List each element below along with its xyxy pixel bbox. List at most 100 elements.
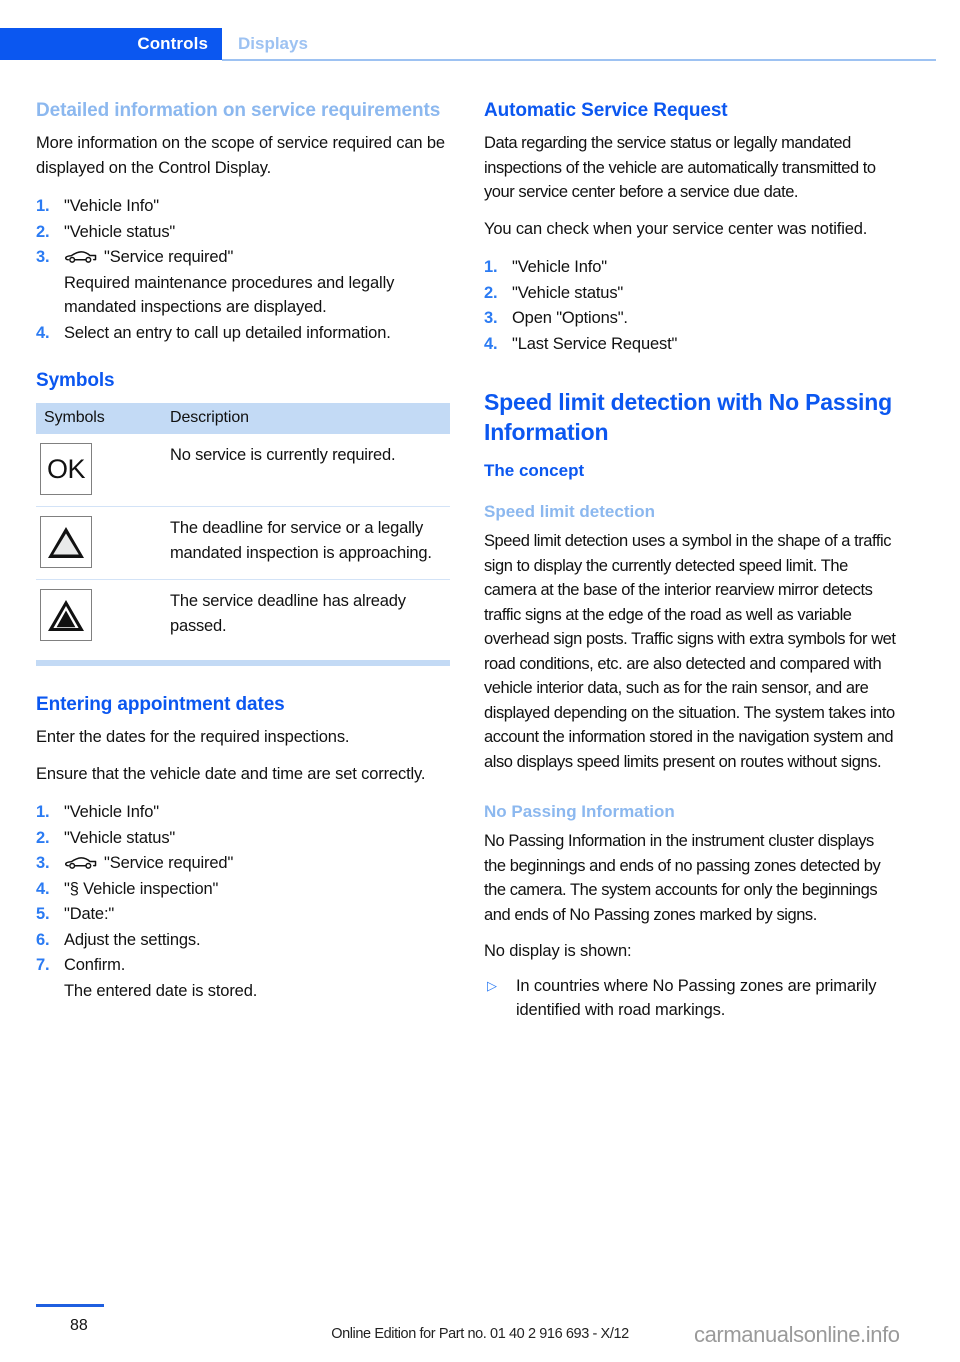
step-text: Open "Options". [512,309,628,327]
step-item: 1. "Vehicle Info" [484,255,898,280]
step-item: 3. "Service required" [36,245,450,270]
step-text: Select an entry to call up detailed info… [64,323,391,342]
subheading-no-passing-information: No Passing Information [484,802,675,821]
step-number: 5. [36,905,50,923]
list-item-text: In countries where No Passing zones are … [516,976,877,1020]
description-cell: The deadline for service or a legally ma… [162,506,450,580]
step-text: "§ Vehicle inspection" [64,879,219,898]
heading-automatic-service-request: Automatic Service Request [484,100,728,121]
step-number: 2. [484,283,498,302]
tab-displays[interactable]: Displays [238,28,308,60]
step-item: 6. Adjust the settings. [36,928,450,953]
steps-entering-appointment-dates: 1. "Vehicle Info" 2. "Vehicle status" 3. [36,800,450,1003]
header-divider [222,59,936,61]
step-note: The entered date is stored. [64,981,258,1000]
list-item: ▷ In countries where No Passing zones ar… [484,974,898,1023]
step-item: 4. "§ Vehicle inspection" [36,877,450,902]
paragraph-no-passing-information-body: No Passing Information in the instrument… [484,832,881,924]
paragraph-check-notification: You can check when your service center w… [484,219,868,238]
tab-controls[interactable]: Controls [0,28,222,60]
footer-rule [36,1304,104,1307]
step-note: Required maintenance procedures and lega… [64,273,395,317]
symbols-table: Symbols Description OK No service is cur… [36,403,450,652]
step-item: 3. Open "Options". [484,306,898,331]
tab-displays-label: Displays [238,34,308,53]
table-row: The service deadline has already passed. [36,579,450,652]
step-item: 2. "Vehicle status" [36,826,450,851]
step-text: "Vehicle status" [64,222,176,241]
step-number: 3. [484,309,498,327]
symbol-cell: OK [36,434,162,507]
step-number: 4. [36,323,50,342]
step-item: 5. "Date:" [36,902,450,927]
symbol-ok-label: OK [46,453,86,484]
paragraph-no-display-lead: No display is shown: [484,942,632,960]
watermark: carmanualsonline.info [694,1322,900,1347]
step-number: 2. [36,222,50,241]
step-number: 3. [36,854,50,872]
step-text: "Vehicle Info" [64,197,159,215]
step-item: 2. "Vehicle status" [484,281,898,306]
subheading-the-concept: The concept [484,461,585,480]
bullet-list-no-display: ▷ In countries where No Passing zones ar… [484,974,898,1023]
heading-symbols: Symbols [36,370,115,391]
heading-entering-appointment-dates: Entering appointment dates [36,694,285,715]
step-number: 3. [36,248,50,266]
step-number: 6. [36,930,50,949]
table-row: OK No service is currently required. [36,434,450,507]
step-text: Confirm. [64,956,126,974]
manual-page: Controls Displays Detailed information o… [0,0,960,1362]
step-text: "Vehicle Info" [64,803,159,821]
symbol-cell [36,506,162,580]
step-text: Adjust the settings. [64,930,201,949]
paragraph-service-data-transmission: Data regarding the service status or leg… [484,134,876,201]
paragraph-scope-of-service: More information on the scope of service… [36,134,445,177]
step-number: 1. [484,258,498,276]
step-item: 3. "Service required" [36,851,450,876]
paragraph-enter-dates: Enter the dates for the required inspect… [36,728,350,746]
step-note-row: The entered date is stored. [36,979,450,1004]
paragraph-speed-limit-detection-body: Speed limit detection uses a symbol in t… [484,532,896,771]
car-icon [64,247,98,263]
step-item: 4. "Last Service Request" [484,332,898,357]
warning-triangle-filled-icon [48,600,84,631]
table-row: The deadline for service or a legally ma… [36,506,450,580]
header-tabs: Controls Displays [0,28,960,60]
step-number: 4. [36,879,50,898]
step-item: 4. Select an entry to call up detailed i… [36,321,450,346]
subheading-speed-limit-detection: Speed limit detection [484,502,655,521]
step-note-row: Required maintenance procedures and lega… [36,271,450,320]
column-header-symbols: Symbols [36,403,162,434]
heading-speed-limit-detection: Speed limit detection with No Passing In… [484,389,892,445]
step-item: 7. Confirm. [36,953,450,978]
steps-detailed-information: 1. "Vehicle Info" 2. "Vehicle status" 3. [36,194,450,345]
right-column: Automatic Service Request Data regarding… [484,98,898,1023]
step-item: 1. "Vehicle Info" [36,194,450,219]
steps-automatic-service-request: 1. "Vehicle Info" 2. "Vehicle status" 3.… [484,255,898,356]
step-number: 1. [36,803,50,821]
symbol-cell [36,579,162,652]
description-cell: The service deadline has already passed. [162,579,450,652]
symbol-ok-box: OK [40,443,92,495]
step-number: 1. [36,197,50,215]
step-number: 4. [484,334,498,353]
symbol-warning-triangle-filled-box [40,589,92,641]
step-text: "Last Service Request" [512,334,678,353]
tab-controls-label: Controls [137,34,208,53]
paragraph-ensure-date-time: Ensure that the vehicle date and time ar… [36,764,426,783]
left-column: Detailed information on service requirem… [36,98,450,1004]
step-text: "Service required" [104,854,234,872]
table-header-row: Symbols Description [36,403,450,434]
step-text: "Service required" [104,248,234,266]
triangle-bullet-icon: ▷ [487,977,497,993]
step-item: 2. "Vehicle status" [36,220,450,245]
column-header-description: Description [162,403,450,434]
step-text: "Vehicle status" [512,283,624,302]
step-text: "Vehicle Info" [512,258,607,276]
step-text: "Date:" [64,905,115,923]
symbol-warning-triangle-outline-box [40,516,92,568]
step-text: "Vehicle status" [64,828,176,847]
step-item: 1. "Vehicle Info" [36,800,450,825]
car-icon [64,853,98,869]
step-number: 2. [36,828,50,847]
